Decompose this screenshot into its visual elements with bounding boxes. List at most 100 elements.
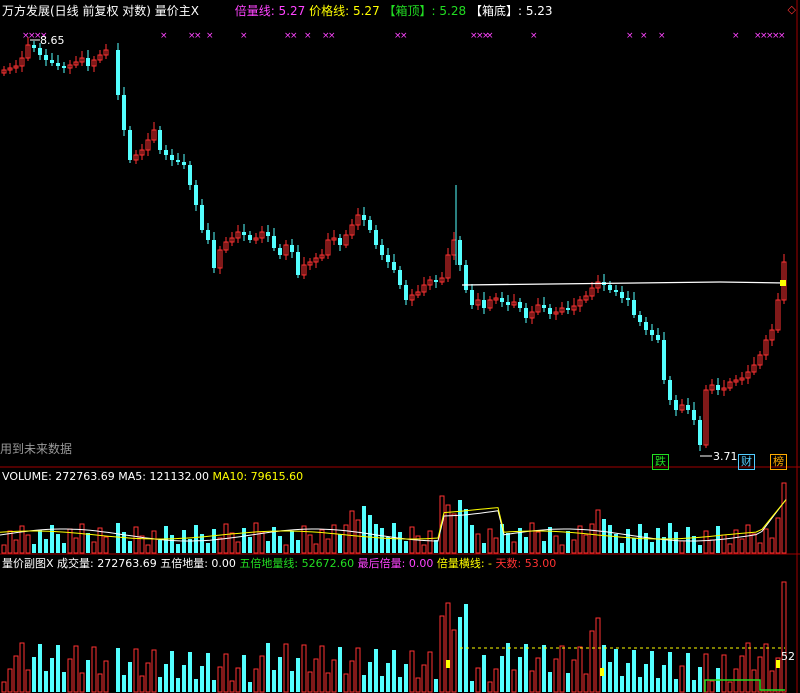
sub-volume-bar (421, 664, 427, 693)
ma10-value: MA10: 79615.60 (212, 470, 304, 483)
volume-bar (343, 524, 349, 554)
sub-volume-bar (368, 662, 372, 692)
volume-bar (229, 532, 235, 554)
candle-body (398, 270, 402, 285)
tag-cai[interactable]: 财 (738, 454, 755, 470)
sub-yellow-marker (446, 660, 450, 668)
sub-volume-bar (763, 643, 769, 693)
sub-volume-bar (404, 664, 408, 692)
volume-bar (739, 538, 745, 554)
five-low-volume: 五倍地量: 0.00 (160, 557, 236, 570)
volume-bar (380, 528, 384, 553)
candle-body (404, 285, 408, 300)
volume-bar (511, 541, 517, 554)
sub-volume-bar (415, 677, 421, 693)
sub-volume-bar (158, 677, 162, 692)
last-multiplier: 最后倍量: 0.00 (357, 557, 434, 570)
sub-volume-bar (145, 662, 151, 693)
volume-bar (524, 537, 528, 553)
sub-volume-bar (290, 671, 294, 692)
sub-volume-bar (1, 681, 7, 693)
candle-body (692, 410, 696, 420)
volume-bar (242, 528, 246, 553)
candle-body (248, 235, 252, 240)
sub-volume-bar (188, 652, 192, 692)
candle-body (50, 60, 54, 63)
sub-volume-bar (116, 648, 120, 692)
sub-volume-bar (638, 677, 642, 692)
sub-volume-bar (781, 581, 787, 693)
sub-volume-bar (296, 658, 300, 692)
candle-body (128, 130, 132, 160)
sub-volume-bar (751, 669, 757, 693)
sub-volume-bar (122, 675, 126, 692)
sub-volume-bar (313, 658, 319, 693)
volume-bar (86, 533, 90, 553)
sub-volume-bar (319, 645, 325, 693)
multiplier-horizontal: 倍量横线: - (436, 557, 493, 570)
candle-body (698, 420, 702, 445)
sub-volume-bar (583, 673, 589, 693)
sub-volume-bar (482, 655, 486, 692)
sub-volume-bar (470, 681, 474, 692)
sub-volume-bar (571, 659, 577, 693)
volume-bar (62, 543, 66, 553)
volume-header: VOLUME: 272763.69 MA5: 121132.00 MA10: 7… (2, 470, 303, 484)
candle-body (524, 308, 528, 318)
volume-bar (529, 522, 535, 554)
candle-body (188, 165, 192, 185)
volume-bar (296, 540, 300, 553)
volume-bar (290, 531, 294, 553)
volume-bar (32, 544, 36, 553)
candle-body (638, 315, 642, 322)
tag-bang[interactable]: 榜 (770, 454, 787, 470)
candle-body (206, 230, 210, 240)
close-icon[interactable]: ◇ (788, 3, 796, 16)
future-data-warning: 用到未来数据 (0, 442, 73, 456)
volume-bar (698, 545, 702, 553)
sub-volume-bar (524, 644, 528, 692)
candle-body (686, 405, 690, 410)
volume-bar (217, 537, 223, 554)
sub-volume-bar (559, 645, 565, 693)
volume-bar (374, 524, 378, 553)
sub-yellow-marker (600, 668, 604, 676)
volume-bar (553, 535, 559, 554)
sub-volume-bar (500, 656, 504, 692)
volume-bar (38, 530, 42, 553)
volume-bar (757, 542, 763, 554)
five-low-volume-line: 五倍地量线: 52672.60 (239, 557, 355, 570)
sub-volume-bar (307, 671, 313, 693)
volume-bar (656, 528, 660, 553)
tag-die[interactable]: 跌 (652, 454, 669, 470)
volume-bar (301, 525, 307, 554)
volume-bar (253, 522, 259, 554)
volume-bar (427, 530, 433, 554)
volume-bar (307, 534, 313, 554)
volume-bar (535, 531, 541, 554)
sub-volume-bar (679, 665, 685, 693)
candle-body (362, 215, 366, 220)
multiplier-marker: × (530, 31, 538, 41)
volume-bar (487, 528, 493, 554)
volume-bar (313, 543, 319, 554)
sub-volume-bar (56, 645, 60, 692)
sub-volume-bar (608, 662, 612, 692)
candle-body (56, 63, 60, 66)
volume-bar (626, 529, 630, 553)
volume-bar (266, 541, 270, 553)
candle-body (116, 50, 120, 95)
sub-volume-bar (44, 671, 48, 692)
sub-volume-bar (133, 648, 139, 693)
sub-volume-bar (248, 682, 252, 692)
sub-volume-bar (301, 644, 307, 693)
volume-bar (145, 544, 151, 554)
volume-bar (775, 517, 781, 554)
sub-volume-bar (139, 675, 145, 693)
stock-chart-canvas[interactable]: ×××× × ×× × × ×× × ×× ×× ×××× × × × × × ××××× (0, 0, 800, 693)
sub-volume-bar (542, 645, 546, 692)
candle-body (290, 245, 294, 252)
sub-volume-bar (212, 680, 216, 692)
multiplier-marker: × (486, 31, 494, 41)
sub-volume-bar (511, 669, 517, 693)
